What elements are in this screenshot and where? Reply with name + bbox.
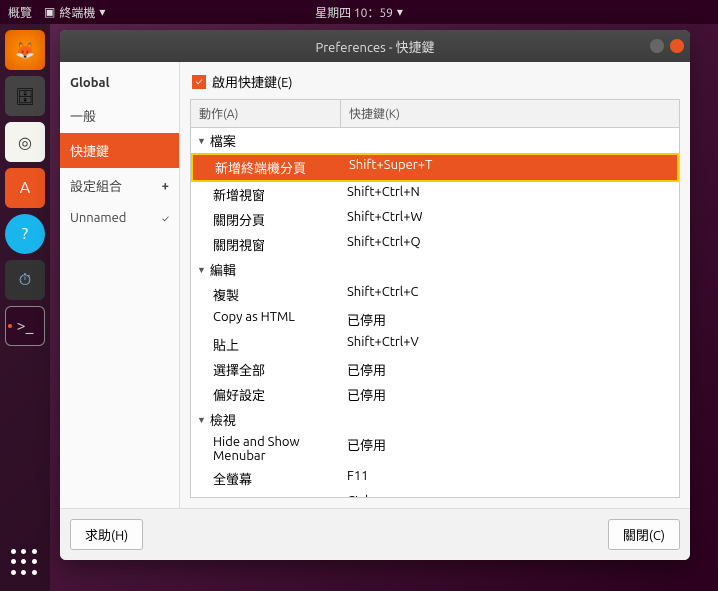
action-cell: 偏好設定 [191, 382, 341, 407]
sidebar: Global 一般快捷鍵設定組合 + Unnamed ✓ [60, 62, 180, 508]
sidebar-item-label: 一般 [70, 106, 96, 125]
shortcut-cell: 已停用 [341, 307, 679, 332]
sidebar-item-label: 設定組合 [70, 176, 122, 195]
action-cell: 複製 [191, 282, 341, 307]
shortcut-cell: F11 [341, 466, 679, 491]
enable-shortcuts-label: 啟用快捷鍵(E) [212, 72, 292, 91]
shortcut-row[interactable]: 偏好設定已停用 [191, 382, 679, 407]
shortcut-row[interactable]: 拉近Ctrl++ [191, 491, 679, 498]
dock-terminal-icon[interactable]: >_ [5, 306, 45, 346]
sidebar-item[interactable]: 一般 [60, 98, 179, 133]
dock-clock-icon[interactable]: ⏱ [5, 260, 45, 300]
shortcut-row[interactable]: 關閉分頁Shift+Ctrl+W [191, 207, 679, 232]
shortcut-cell: 已停用 [341, 432, 679, 466]
action-cell: 關閉視窗 [191, 232, 341, 257]
tree-section-header[interactable]: ▼ 檢視 [191, 407, 679, 432]
clock-text: 星期四 10：59 [315, 4, 393, 21]
expand-icon: ▼ [197, 265, 206, 275]
action-cell: 貼上 [191, 332, 341, 357]
action-cell: Hide and Show Menubar [191, 432, 341, 466]
enable-shortcuts-checkbox[interactable]: ✓ [192, 75, 206, 89]
sidebar-item[interactable]: Unnamed ✓ [60, 203, 179, 233]
dock-firefox-icon[interactable]: 🦊 [5, 30, 45, 70]
dialog-footer: 求助(H) 關閉(C) [60, 508, 690, 560]
shortcut-cell: Shift+Ctrl+Q [341, 232, 679, 257]
window-title: Preferences - 快捷鍵 [315, 37, 434, 56]
shortcut-cell: Shift+Ctrl+N [341, 182, 679, 207]
shortcut-cell: Ctrl++ [341, 491, 679, 498]
show-applications-icon[interactable] [5, 543, 45, 583]
action-cell: 關閉分頁 [191, 207, 341, 232]
dock-software-icon[interactable]: A [5, 168, 45, 208]
dock-help-icon[interactable]: ? [5, 214, 45, 254]
chevron-down-icon: ▾ [397, 5, 403, 19]
shortcut-row[interactable]: Hide and Show Menubar已停用 [191, 432, 679, 466]
action-cell: 全螢幕 [191, 466, 341, 491]
shortcut-cell: 已停用 [341, 382, 679, 407]
close-dialog-button[interactable]: 關閉(C) [608, 519, 680, 550]
close-button[interactable] [670, 39, 684, 53]
sidebar-item[interactable]: 設定組合 + [60, 168, 179, 203]
tree-section-header[interactable]: ▼ 檔案 [191, 128, 679, 153]
tree-section-header[interactable]: ▼ 編輯 [191, 257, 679, 282]
terminal-small-icon: ▣ [44, 5, 55, 19]
shortcut-row[interactable]: 選擇全部已停用 [191, 357, 679, 382]
shortcut-row[interactable]: 全螢幕F11 [191, 466, 679, 491]
dock: 🦊 🗄 ◎ A ? ⏱ >_ [0, 24, 50, 591]
sidebar-header: Global [60, 68, 179, 98]
shortcut-cell: Shift+Ctrl+C [341, 282, 679, 307]
action-cell: 選擇全部 [191, 357, 341, 382]
shortcut-cell: Shift+Ctrl+V [341, 332, 679, 357]
dock-files-icon[interactable]: 🗄 [5, 76, 45, 116]
action-cell: 新增終端機分頁 [193, 155, 343, 180]
shortcut-row[interactable]: 新增視窗Shift+Ctrl+N [191, 182, 679, 207]
main-panel: ✓ 啟用快捷鍵(E) 動作(A) 快捷鍵(K) ▼檔案新增終端機分頁Shift+… [180, 62, 690, 508]
shortcut-row[interactable]: 新增終端機分頁Shift+Super+T [191, 153, 679, 182]
default-profile-icon: ✓ [162, 213, 169, 224]
section-label: 編輯 [210, 260, 236, 279]
clock[interactable]: 星期四 10：59 ▾ [315, 4, 403, 21]
expand-icon: ▼ [197, 136, 206, 146]
action-cell: 拉近 [191, 491, 341, 498]
shortcut-cell: 已停用 [341, 357, 679, 382]
preferences-window: Preferences - 快捷鍵 Global 一般快捷鍵設定組合 + Unnam… [60, 30, 690, 560]
shortcut-row[interactable]: 貼上Shift+Ctrl+V [191, 332, 679, 357]
shortcut-cell: Shift+Super+T [343, 155, 677, 180]
chevron-down-icon: ▾ [99, 5, 105, 19]
app-menu-label: 終端機 [59, 4, 95, 21]
dock-rhythmbox-icon[interactable]: ◎ [5, 122, 45, 162]
activities-button[interactable]: 概覽 [8, 4, 32, 21]
column-header-shortcut[interactable]: 快捷鍵(K) [341, 100, 679, 127]
system-topbar: 概覽 ▣ 終端機 ▾ 星期四 10：59 ▾ [0, 0, 718, 24]
active-indicator [8, 324, 12, 328]
section-label: 檢視 [210, 410, 236, 429]
app-menu[interactable]: ▣ 終端機 ▾ [44, 4, 105, 21]
shortcut-row[interactable]: 關閉視窗Shift+Ctrl+Q [191, 232, 679, 257]
action-cell: 新增視窗 [191, 182, 341, 207]
add-profile-icon[interactable]: + [162, 179, 169, 193]
highlighted-row: 新增終端機分頁Shift+Super+T [191, 153, 679, 182]
sidebar-item[interactable]: 快捷鍵 [60, 133, 179, 168]
help-button[interactable]: 求助(H) [70, 519, 143, 550]
section-label: 檔案 [210, 131, 236, 150]
shortcut-cell: Shift+Ctrl+W [341, 207, 679, 232]
action-cell: Copy as HTML [191, 307, 341, 332]
minimize-button[interactable] [650, 39, 664, 53]
titlebar[interactable]: Preferences - 快捷鍵 [60, 30, 690, 62]
sidebar-item-label: 快捷鍵 [70, 141, 109, 160]
sidebar-item-label: Unnamed [70, 211, 126, 225]
shortcuts-table: 動作(A) 快捷鍵(K) ▼ 檔案新增終端機分頁Shift+Super+T新增視窗… [190, 99, 680, 498]
shortcut-row[interactable]: 複製Shift+Ctrl+C [191, 282, 679, 307]
shortcut-row[interactable]: Copy as HTML已停用 [191, 307, 679, 332]
expand-icon: ▼ [197, 415, 206, 425]
column-header-action[interactable]: 動作(A) [191, 100, 341, 127]
